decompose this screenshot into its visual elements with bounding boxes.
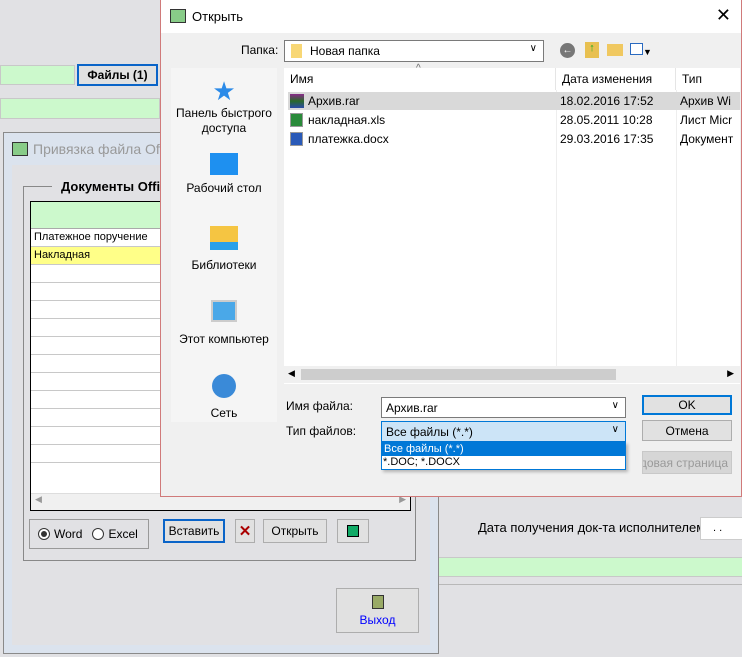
delete-x-icon: ✕: [238, 523, 252, 540]
file-type: Лист Micr: [680, 113, 733, 127]
app-icon: [170, 9, 186, 23]
sidebar-item-desktop[interactable]: Рабочий стол: [171, 153, 277, 196]
filename-value: Архив.rar: [386, 401, 438, 415]
filename-label: Имя файла:: [286, 399, 353, 413]
scroll-thumb[interactable]: [301, 369, 616, 380]
ok-button[interactable]: OK: [642, 395, 732, 415]
scroll-left-arrow[interactable]: ◀: [288, 368, 295, 379]
file-name: Архив.rar: [308, 94, 360, 108]
filetype-select[interactable]: Все файлы (*.*) ∨: [381, 421, 626, 442]
folder-combo[interactable]: Новая папка ∨: [284, 40, 544, 62]
sidebar-item-network[interactable]: Сеть: [171, 374, 277, 421]
bg-green-field-2: [0, 98, 160, 119]
folder-icon: [291, 44, 302, 58]
save-button[interactable]: [337, 519, 369, 543]
delete-button[interactable]: ✕: [235, 519, 255, 543]
scroll-right-arrow[interactable]: ▶: [727, 368, 734, 379]
up-folder-icon[interactable]: ↑: [585, 42, 599, 58]
file-name: накладная.xls: [308, 113, 386, 127]
exit-button-label: Выход: [359, 612, 396, 627]
libraries-icon: [210, 226, 238, 250]
file-type: Архив Wi: [680, 94, 731, 108]
file-list-hscrollbar[interactable]: ◀ ▶: [284, 366, 740, 383]
chevron-down-icon: ∨: [611, 400, 619, 411]
sidebar-label: Этот компьютер: [179, 332, 269, 346]
sidebar-item-this-pc[interactable]: Этот компьютер: [171, 300, 277, 347]
files-button[interactable]: Файлы (1): [77, 64, 158, 86]
excel-file-icon: [290, 113, 303, 127]
open-dialog-titlebar: Открыть ✕: [161, 0, 741, 33]
places-sidebar: ★ Панель быстрого доступа Рабочий стол Би…: [171, 68, 277, 422]
scroll-left-arrow[interactable]: ◀: [35, 494, 42, 505]
file-name: платежка.docx: [308, 132, 389, 146]
close-icon[interactable]: ✕: [716, 5, 731, 26]
sidebar-label: Сеть: [210, 406, 238, 420]
filetype-option[interactable]: *.DOC; *.DOCX: [382, 456, 625, 469]
file-date: 28.05.2011 10:28: [560, 113, 653, 127]
column-header-name[interactable]: Имя: [284, 68, 556, 90]
filetype-dropdown: Все файлы (*.*) *.DOC; *.DOCX: [381, 442, 626, 470]
star-icon: ★: [212, 76, 236, 106]
bg-green-field-3: [438, 557, 742, 577]
exit-door-icon: [371, 594, 384, 609]
folder-value: Новая папка: [310, 44, 380, 58]
file-row[interactable]: платежка.docx 29.03.2016 17:35 Документ: [288, 130, 740, 148]
open-dialog-title: Открыть: [192, 8, 244, 24]
folder-label: Папка:: [241, 43, 279, 57]
filetype-label: Тип файлов:: [286, 424, 357, 438]
radio-excel[interactable]: [92, 528, 105, 540]
word-file-icon: [290, 132, 303, 146]
new-folder-icon[interactable]: [607, 44, 623, 56]
back-icon[interactable]: ←: [560, 43, 575, 58]
app-icon: [12, 142, 28, 156]
network-icon: [212, 374, 236, 398]
rar-archive-icon: [290, 94, 304, 108]
file-row[interactable]: накладная.xls 28.05.2011 10:28 Лист Micr: [288, 111, 740, 129]
codepage-button[interactable]: одовая страница: [642, 451, 732, 474]
chevron-down-icon: ∨: [611, 424, 619, 435]
sidebar-item-libraries[interactable]: Библиотеки: [171, 226, 277, 273]
computer-icon: [211, 300, 237, 322]
sidebar-item-quick-access[interactable]: ★ Панель быстрого доступа: [171, 76, 277, 136]
floppy-disk-icon: [347, 525, 359, 537]
bg-divider: [438, 584, 742, 585]
bg-green-field-1: [0, 65, 75, 85]
file-type: Документ: [680, 132, 734, 146]
filetype-value: Все файлы (*.*): [386, 425, 473, 439]
radio-word-label[interactable]: Word: [54, 527, 82, 541]
file-date: 29.03.2016 17:35: [560, 132, 654, 146]
insert-button[interactable]: Вставить: [163, 519, 225, 543]
sidebar-label: Панель быстрого доступа: [176, 106, 272, 135]
format-radio-group: Word Excel: [29, 519, 149, 549]
sidebar-label: Рабочий стол: [186, 181, 262, 195]
column-header-date[interactable]: Дата изменения: [556, 68, 676, 90]
filetype-option[interactable]: Все файлы (*.*): [382, 443, 625, 456]
cancel-button[interactable]: Отмена: [642, 420, 732, 441]
exit-button[interactable]: Выход: [336, 588, 419, 633]
date-received-label: Дата получения док-та исполнителем: [478, 520, 706, 535]
file-date: 18.02.2016 17:52: [560, 94, 654, 108]
file-list: ^ Имя Дата изменения Тип Архив.rar 18.02…: [284, 63, 740, 384]
open-button[interactable]: Открыть: [263, 519, 327, 543]
radio-excel-label[interactable]: Excel: [108, 527, 137, 541]
view-menu-icon[interactable]: ▼: [630, 43, 654, 57]
open-dialog: Открыть ✕ Папка: Новая папка ∨ ← ↑ ▼ ★ Па…: [160, 0, 742, 497]
radio-word[interactable]: [38, 528, 50, 540]
column-header-type[interactable]: Тип: [676, 68, 740, 90]
chevron-down-icon: ∨: [529, 43, 537, 54]
filename-input[interactable]: Архив.rar ∨: [381, 397, 626, 418]
date-received-input[interactable]: . .: [700, 517, 742, 540]
desktop-icon: [210, 153, 238, 175]
sidebar-label: Библиотеки: [191, 258, 257, 272]
file-row[interactable]: Архив.rar 18.02.2016 17:52 Архив Wi: [288, 92, 740, 110]
